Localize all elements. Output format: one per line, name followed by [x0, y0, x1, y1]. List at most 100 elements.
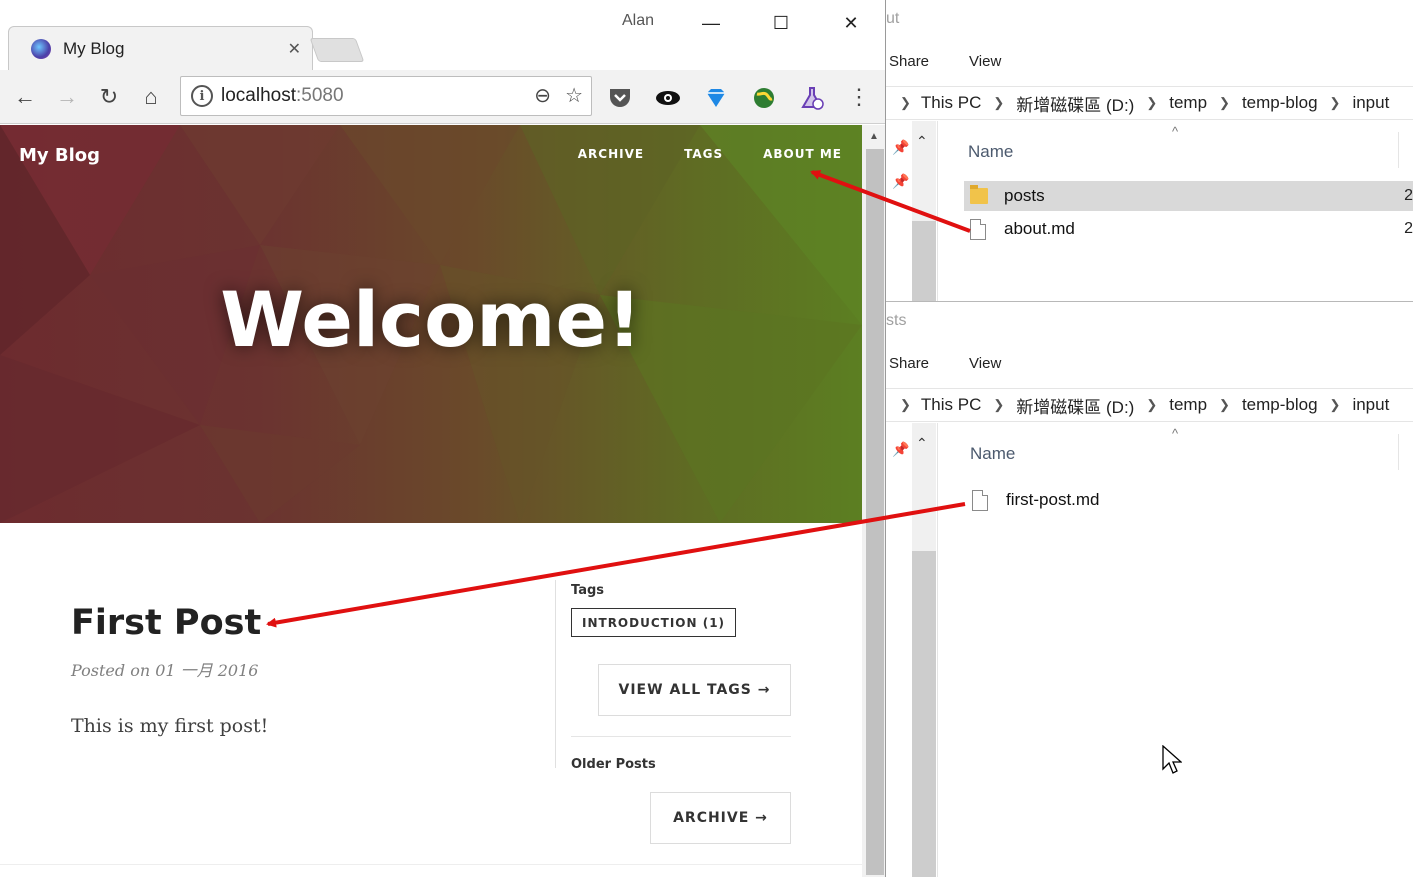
hero-title: Welcome! — [220, 275, 642, 364]
browser-tab-my-blog[interactable]: My Blog ✕ — [8, 26, 313, 70]
profile-name[interactable]: Alan — [622, 12, 654, 30]
home-button[interactable]: ⌂ — [136, 82, 166, 112]
chevron-right-icon: ❯ — [1146, 95, 1158, 110]
crumb-temp-blog[interactable]: temp-blog — [1242, 93, 1318, 113]
tags-heading: Tags — [571, 583, 605, 598]
post-title-link[interactable]: First Post — [71, 603, 541, 643]
eye-icon[interactable] — [654, 84, 682, 112]
post-excerpt: This is my first post! — [71, 715, 269, 737]
sidebar-divider — [555, 580, 556, 768]
sidebar-separator — [571, 736, 791, 737]
file-date-fragment: 2 — [1404, 220, 1413, 237]
nav-archive[interactable]: ARCHIVE — [578, 147, 644, 161]
file-row-posts[interactable]: posts 2 — [964, 181, 1413, 211]
explorer-ribbon: Share View — [889, 46, 1001, 76]
scroll-thumb[interactable] — [912, 551, 936, 877]
crumb-temp-blog[interactable]: temp-blog — [1242, 395, 1318, 415]
crumb-this-pc[interactable]: This PC — [921, 395, 981, 415]
file-icon — [970, 218, 992, 240]
zoom-icon[interactable]: ⊖ — [534, 83, 551, 108]
column-header-name[interactable]: Name — [970, 444, 1015, 464]
explorer-title: sts — [886, 312, 907, 329]
column-divider[interactable] — [1398, 132, 1399, 168]
scroll-up-icon[interactable]: ⌃ — [916, 133, 928, 150]
crumb-drive[interactable]: 新增磁碟區 (D:) — [1016, 91, 1134, 116]
navigation-pane: 📌 ⌃ — [886, 423, 938, 877]
flask-icon[interactable] — [798, 84, 826, 112]
column-header-name[interactable]: Name — [968, 142, 1013, 162]
close-tab-icon[interactable]: ✕ — [288, 39, 301, 59]
forward-button[interactable]: → — [52, 82, 82, 112]
reload-button[interactable]: ↻ — [94, 82, 124, 112]
url-host: localhost — [221, 85, 296, 106]
explorer-window-posts: sts Share View ❯ This PC ❯ 新增磁碟區 (D:) ❯ … — [886, 302, 1413, 877]
file-icon — [972, 489, 994, 511]
ribbon-view-tab[interactable]: View — [969, 53, 1001, 70]
nav-about-me[interactable]: ABOUT ME — [763, 147, 842, 161]
file-name: first-post.md — [1006, 490, 1100, 509]
crumb-temp[interactable]: temp — [1169, 395, 1207, 415]
pin-icon: 📌 — [892, 441, 910, 457]
ribbon-share-tab[interactable]: Share — [889, 53, 929, 70]
crumb-temp[interactable]: temp — [1169, 93, 1207, 113]
top-nav: ARCHIVE TAGS ABOUT ME — [578, 147, 842, 161]
pin-icon: 📌 — [892, 173, 910, 189]
address-input[interactable]: i localhost:5080 ⊖ ☆ — [180, 76, 592, 116]
back-button[interactable]: ← — [10, 82, 40, 112]
info-icon[interactable]: i — [191, 85, 213, 107]
page-scrollbar[interactable]: ▲ — [862, 125, 885, 877]
scroll-up-arrow-icon[interactable]: ▲ — [869, 131, 879, 142]
browser-titlebar: My Blog ✕ Alan ― ☐ ✕ — [0, 0, 885, 70]
new-tab-button[interactable] — [309, 38, 365, 62]
pocket-icon[interactable] — [606, 84, 634, 112]
scroll-thumb[interactable] — [912, 221, 936, 301]
chevron-right-icon: ❯ — [993, 397, 1005, 412]
file-row-about[interactable]: about.md 2 — [964, 214, 1413, 244]
chevron-right-icon: ❯ — [1329, 397, 1341, 412]
menu-kebab-icon[interactable]: ⋮ — [844, 82, 874, 112]
file-date-fragment: 2 — [1404, 187, 1413, 204]
close-window-button[interactable]: ✕ — [828, 8, 874, 38]
view-all-tags-button[interactable]: VIEW ALL TAGS → — [598, 664, 791, 716]
nav-tags[interactable]: TAGS — [684, 147, 723, 161]
column-divider[interactable] — [1398, 434, 1399, 470]
sort-ascending-icon: ^ — [1172, 124, 1179, 139]
pin-icon: 📌 — [892, 139, 910, 155]
explorer-window-input: ut Share View ❯ This PC ❯ 新增磁碟區 (D:) ❯ t… — [886, 0, 1413, 302]
ribbon-view-tab[interactable]: View — [969, 355, 1001, 372]
sort-ascending-icon: ^ — [1172, 426, 1179, 441]
bookmark-star-icon[interactable]: ☆ — [565, 83, 583, 108]
explorer-title: ut — [886, 10, 900, 27]
file-name: about.md — [1004, 219, 1075, 238]
minimize-button[interactable]: ― — [688, 8, 734, 38]
site-brand-link[interactable]: My Blog — [19, 145, 100, 166]
diamond-icon[interactable] — [702, 84, 730, 112]
chevron-right-icon: ❯ — [900, 95, 911, 110]
navigation-pane: 📌 📌 ⌃ — [886, 121, 938, 301]
nav-scrollbar[interactable] — [912, 423, 936, 877]
tag-introduction[interactable]: INTRODUCTION (1) — [571, 608, 737, 637]
browser-window: My Blog ✕ Alan ― ☐ ✕ ← → ↻ ⌂ i localhost… — [0, 0, 886, 877]
crumb-input[interactable]: input — [1352, 395, 1389, 415]
address-bar[interactable]: ❯ This PC ❯ 新增磁碟區 (D:) ❯ temp ❯ temp-blo… — [886, 86, 1413, 120]
file-name: posts — [1004, 186, 1045, 205]
address-bar[interactable]: ❯ This PC ❯ 新增磁碟區 (D:) ❯ temp ❯ temp-blo… — [886, 388, 1413, 422]
tab-title: My Blog — [63, 39, 125, 58]
mouse-cursor-icon — [1162, 745, 1182, 774]
crumb-this-pc[interactable]: This PC — [921, 93, 981, 113]
globe-icon[interactable] — [750, 84, 778, 112]
file-row-first-post[interactable]: first-post.md — [966, 485, 1413, 515]
chevron-right-icon: ❯ — [1146, 397, 1158, 412]
crumb-drive[interactable]: 新增磁碟區 (D:) — [1016, 393, 1134, 418]
scroll-up-icon[interactable]: ⌃ — [916, 435, 928, 452]
site-favicon-icon — [31, 39, 51, 59]
page-scroll-thumb[interactable] — [866, 149, 884, 875]
ribbon-share-tab[interactable]: Share — [889, 355, 929, 372]
chevron-right-icon: ❯ — [1329, 95, 1341, 110]
chevron-right-icon: ❯ — [900, 397, 911, 412]
crumb-input[interactable]: input — [1352, 93, 1389, 113]
maximize-button[interactable]: ☐ — [758, 8, 804, 38]
hero-header: My Blog ARCHIVE TAGS ABOUT ME Welcome! — [0, 125, 862, 523]
explorer-ribbon: Share View — [889, 348, 1001, 378]
archive-button[interactable]: ARCHIVE → — [650, 792, 791, 844]
